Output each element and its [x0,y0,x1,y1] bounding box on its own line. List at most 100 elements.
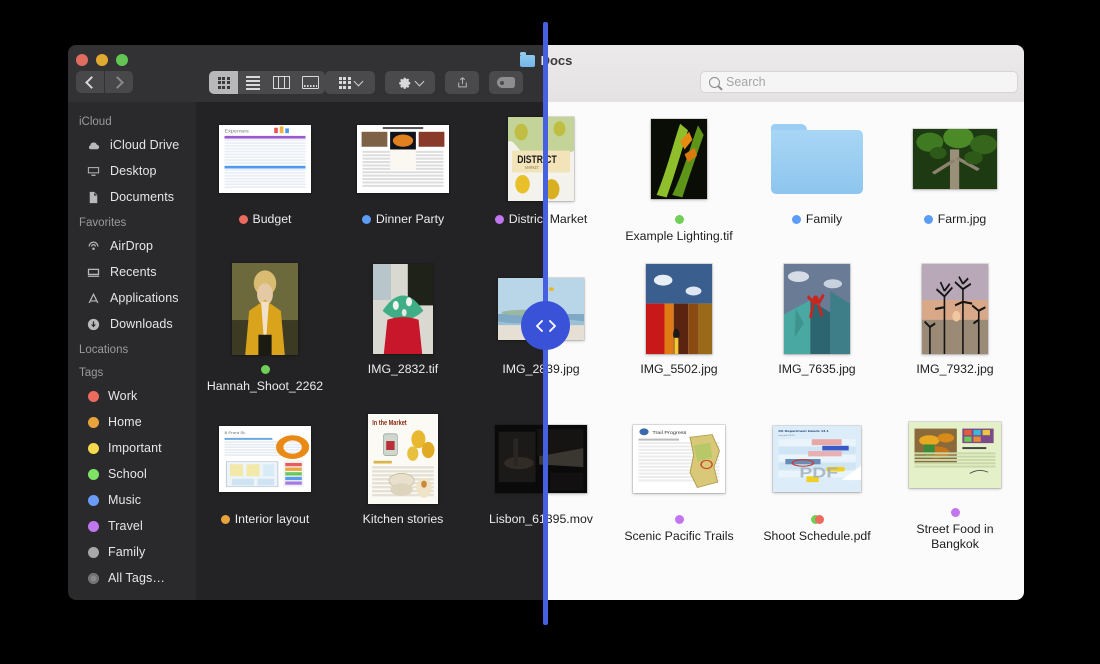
file-item[interactable]: 8 Front St. Interior layout [196,402,334,552]
icon-view-button[interactable] [209,71,238,94]
sidebar-item-label: Applications [110,291,179,305]
file-item[interactable]: Hannah_Shoot_2262 [196,252,334,402]
file-item[interactable]: Trail Progress Scenic Pacific Trails [610,402,748,552]
file-tag-dots [260,365,270,374]
split-drag-handle[interactable] [521,301,570,350]
file-label[interactable]: IMG_7635.jpg [778,362,855,377]
screenshot-root: Docs Search iCloudiCloud DriveDesktopDoc… [0,0,1100,664]
list-view-button[interactable] [238,71,267,94]
group-grid-icon [338,76,351,89]
gallery-view-button[interactable] [296,71,325,94]
file-item[interactable]: IMG_5502.jpg [610,252,748,402]
file-label[interactable]: Scenic Pacific Trails [621,512,737,544]
search-field[interactable]: Search [700,71,1018,93]
file-item[interactable]: In the Market Kitchen stories [334,402,472,552]
sidebar-item-important[interactable]: Important [68,435,196,461]
sidebar-item-music[interactable]: Music [68,487,196,513]
sidebar-item-all-tags[interactable]: All Tags… [68,565,196,591]
file-item[interactable]: Farm.jpg [886,102,1024,252]
file-item[interactable]: Expenses Budget [196,102,334,252]
sidebar-item-label: Important [108,441,162,455]
file-label[interactable]: Shoot Schedule.pdf [759,512,875,544]
file-label[interactable]: IMG_5502.jpg [640,362,717,377]
file-item[interactable]: Street Food in Bangkok [886,402,1024,552]
desktop-icon-wrap [86,164,101,179]
nav-buttons[interactable] [76,71,133,93]
file-label[interactable]: IMG_7932.jpg [916,362,993,377]
sidebar-item-documents[interactable]: Documents [68,184,196,210]
file-label[interactable]: Example Lighting.tif [621,212,737,244]
column-view-button[interactable] [267,71,296,94]
file-item[interactable]: Family [748,102,886,252]
file-thumbnail-photo-tree [913,128,997,189]
documents-icon-wrap [86,190,101,205]
airdrop-icon-wrap [86,239,101,254]
file-item[interactable]: Dinner Party [334,102,472,252]
cloud-icon [88,142,100,149]
edit-tags-button[interactable] [489,71,523,94]
group-items-button[interactable] [325,71,375,94]
sidebar-item-work[interactable]: Work [68,383,196,409]
tag-color-dot [88,520,99,532]
sidebar-item-school[interactable]: School [68,461,196,487]
file-label[interactable]: Family [791,212,843,227]
file-tag-dots [923,215,933,224]
back-button[interactable] [76,71,104,93]
sidebar-item-downloads[interactable]: Downloads [68,311,196,337]
sidebar-section-favorites: Favorites [79,217,127,229]
tag-dot [238,215,248,224]
sidebar-item-label: Work [108,389,138,403]
file-item[interactable]: IMG_2832.tif [334,252,472,402]
sidebar-item-home[interactable]: Home [68,409,196,435]
file-label[interactable]: Budget [238,212,291,227]
gallery-icon [302,76,319,89]
file-label[interactable]: Street Food in Bangkok [897,505,1013,552]
file-item[interactable]: XX Department Hands 14.1 revised 2/1/12 … [748,402,886,552]
thumbnail-preview: In the Market [368,413,438,504]
file-label[interactable]: Farm.jpg [923,212,986,227]
thumbnail-preview [922,263,988,354]
sidebar-item-airdrop[interactable]: AirDrop [68,233,196,259]
file-thumbnail-wrap [913,111,997,206]
file-thumbnail-wrap [909,411,1001,499]
view-mode-segmented-control[interactable] [209,71,325,94]
share-button[interactable] [445,71,479,94]
documents-icon [89,191,98,203]
sidebar-item-icloud-drive[interactable]: iCloud Drive [68,132,196,158]
tag-dot [220,515,230,524]
sidebar-item-family[interactable]: Family [68,539,196,565]
thumbnail-preview [373,263,433,354]
sidebar-item-recents[interactable]: Recents [68,259,196,285]
action-menu-button[interactable] [385,71,435,94]
sidebar[interactable]: iCloud iCloud Drive Desktop Documents Favori… [68,102,196,600]
thumbnail-preview [913,128,997,189]
file-label[interactable]: Interior layout [220,512,309,527]
share-icon [457,77,467,88]
sidebar-item-desktop[interactable]: Desktop [68,158,196,184]
file-name: IMG_5502.jpg [640,362,718,376]
file-item[interactable]: IMG_7932.jpg [886,252,1024,402]
file-name: Shoot Schedule.pdf [763,529,871,543]
file-label[interactable]: Kitchen stories [363,512,444,527]
recents-icon [87,268,100,277]
file-tag-dots [494,215,504,224]
file-thumbnail-spreadsheet: Expenses [219,124,311,193]
tag-color-dot [88,494,99,506]
left-right-chevrons-icon [535,319,556,332]
file-item[interactable]: IMG_7635.jpg [748,252,886,402]
file-name: Family [805,212,843,226]
forward-button[interactable] [105,71,133,93]
tag-dot [674,515,684,524]
thumbnail-preview: Expenses [219,124,311,193]
file-thumbnail-recipe-doc [357,124,449,193]
file-label[interactable]: Hannah_Shoot_2262 [207,362,323,394]
sidebar-item-applications[interactable]: Applications [68,285,196,311]
grid-icon [217,76,230,89]
sidebar-item-travel[interactable]: Travel [68,513,196,539]
file-item[interactable]: Example Lighting.tif [610,102,748,252]
thumbnail-preview: 8 Front St. [219,425,311,492]
file-label[interactable]: IMG_2832.tif [368,362,438,377]
search-icon [709,76,720,88]
file-label[interactable]: Dinner Party [361,212,444,227]
thumbnail-preview [357,124,449,193]
